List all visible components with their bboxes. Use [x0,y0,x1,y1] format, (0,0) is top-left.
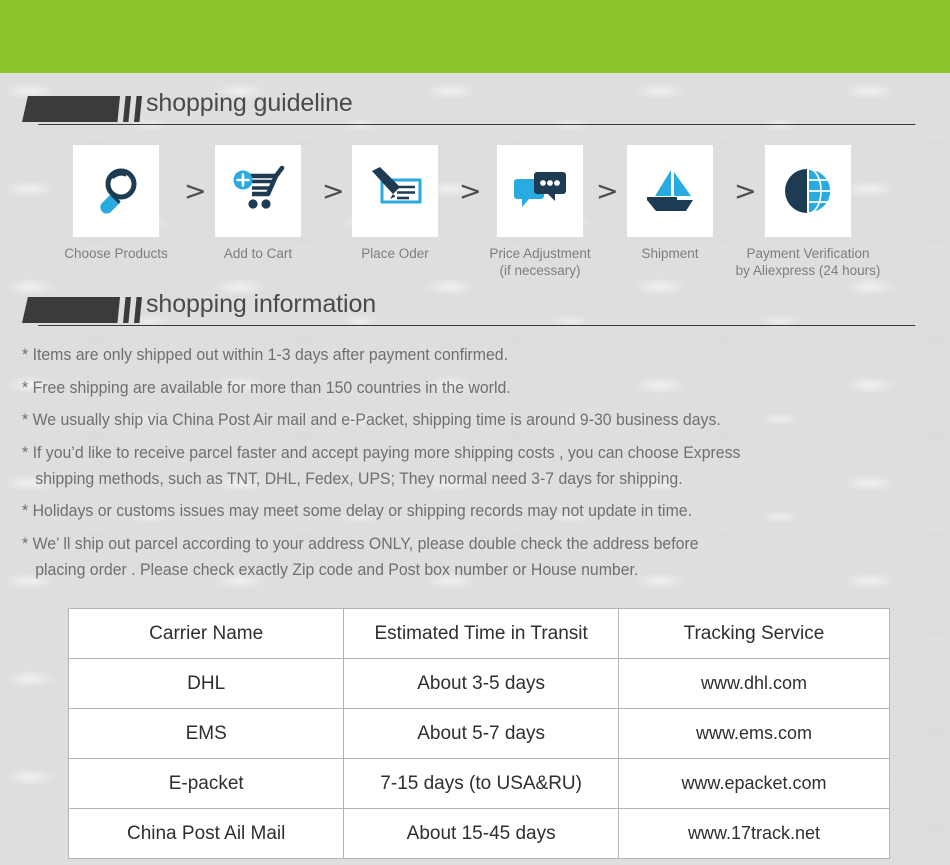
table-header-row: Carrier Name Estimated Time in Transit T… [67,608,891,659]
step-label: Choose Products [64,246,168,261]
info-line: * We’ ll ship out parcel according to yo… [22,534,699,553]
cell-tracking-service[interactable]: www.epacket.com [617,758,891,809]
info-line: placing order . Please check exactly Zip… [22,560,639,579]
carrier-table: Carrier Name Estimated Time in Transit T… [67,608,891,859]
step-label: Shipment [641,246,699,261]
step-shipment: Shipment [590,140,750,263]
section-title-guideline: shopping guideline [146,89,353,117]
cell-estimated-time: 7-15 days (to USA&RU) [343,758,619,809]
cell-tracking-service[interactable]: www.ems.com [617,708,891,759]
pen-check-document-icon [352,145,438,237]
svg-text:$: $ [785,172,809,212]
section-header-shopping-information: shopping information [0,290,950,334]
info-line: * If you’d like to receive parcel faster… [22,443,741,462]
cell-estimated-time: About 5-7 days [343,708,619,759]
table-row: E-packet 7-15 days (to USA&RU) www.epack… [67,758,891,809]
info-line: shipping methods, such as TNT, DHL, Fede… [22,469,683,488]
section-header-shopping-guideline: shopping guideline [0,89,950,133]
chat-bubbles-icon [497,145,583,237]
cell-tracking-service[interactable]: www.dhl.com [617,658,891,709]
cell-carrier-name: EMS [67,708,345,759]
step-payment-verification: $ Payment Verification by Aliexpress (24… [728,140,888,279]
top-green-banner [0,0,950,73]
table-row: DHL About 3-5 days www.dhl.com [67,658,891,709]
header-flag-shape [22,297,120,323]
header-slash-icon-3 [134,96,142,122]
cell-estimated-time: About 15-45 days [343,808,619,859]
shipping-info-list: * Items are only shipped out within 1-3 … [22,343,932,590]
step-choose-products: Choose Products [36,140,196,263]
step-label: Place Oder [361,246,429,261]
table-row: China Post Ail Mail About 15-45 days www… [67,808,891,859]
cell-carrier-name: DHL [67,658,345,709]
shopping-cart-plus-icon [215,145,301,237]
cell-tracking-service[interactable]: www.17track.net [617,808,891,859]
cell-carrier-name: E-packet [67,758,345,809]
info-line: * Items are only shipped out within 1-3 … [22,346,509,364]
header-rule-line [38,325,916,326]
step-label: Payment Verification by Aliexpress (24 h… [735,246,881,278]
cell-estimated-time: About 3-5 days [343,658,619,709]
column-header-estimated-time: Estimated Time in Transit [343,608,619,659]
cell-carrier-name: China Post Ail Mail [67,808,345,859]
section-title-information: shopping information [146,290,377,318]
step-add-to-cart: Add to Cart [178,140,338,263]
header-rule-line [38,124,916,125]
column-header-carrier-name: Carrier Name [67,608,345,659]
table-row: EMS About 5-7 days www.ems.com [67,708,891,759]
header-slash-icon-2 [123,297,131,323]
header-slash-icon-2 [123,96,131,122]
magnifier-icon [73,145,159,237]
step-label: Add to Cart [223,246,293,261]
column-header-tracking-service: Tracking Service [617,608,891,659]
header-flag-shape [22,96,120,122]
sailboat-icon [627,145,713,237]
header-slash-icon-3 [134,297,142,323]
info-line: * We usually ship via China Post Air mai… [22,411,721,429]
dollar-globe-icon: $ [765,145,851,237]
info-line: * Holidays or customs issues may meet so… [22,502,692,520]
shopping-steps-row: Choose Products > Add to Cart > Place Od… [0,140,950,280]
step-place-oder: Place Oder [315,140,475,263]
info-line: * Free shipping are available for more t… [22,378,511,397]
